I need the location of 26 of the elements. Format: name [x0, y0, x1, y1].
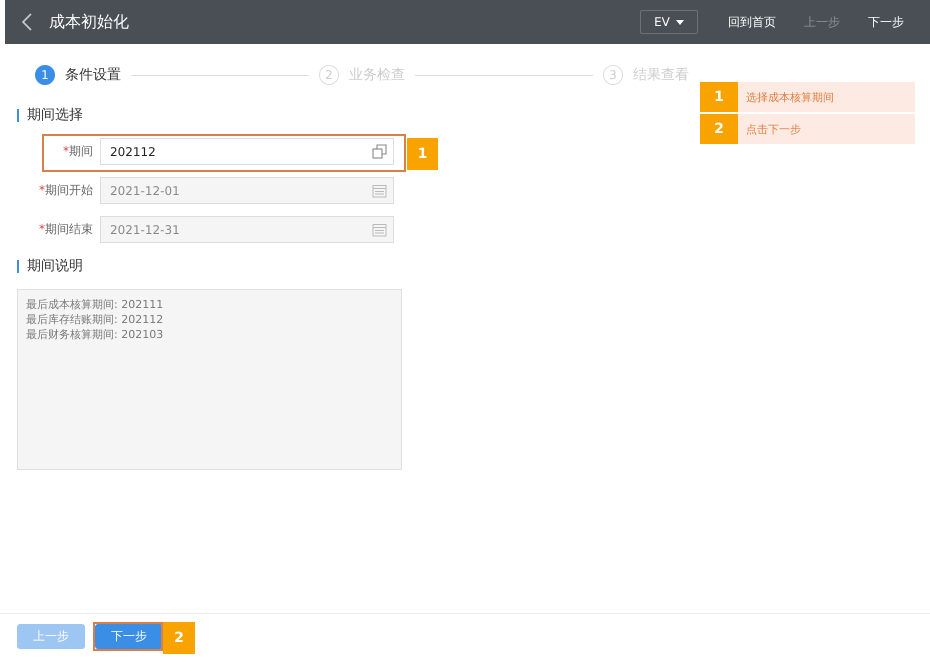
required-mark: *	[63, 144, 69, 158]
header-link[interactable]: 下一步	[856, 14, 916, 30]
required-mark: *	[39, 222, 45, 236]
language-dropdown[interactable]: EV	[640, 10, 698, 34]
highlight-frame	[93, 622, 163, 651]
description-line: 最后库存结账期间: 202112	[26, 312, 164, 327]
page-title: 成本初始化	[49, 12, 129, 32]
input-field[interactable]: 202112	[100, 138, 394, 165]
description-line: 最后财务核算期间: 202103	[26, 327, 164, 342]
step-marker: 1	[407, 138, 438, 170]
step-marker: 2	[163, 622, 195, 654]
back-icon[interactable]	[21, 13, 33, 31]
field-label: 期间结束	[45, 222, 93, 236]
section-title: 期间说明	[27, 257, 83, 275]
step-tab[interactable]: 1 条件设置	[35, 65, 121, 85]
required-mark: *	[39, 183, 45, 197]
section-title: 期间选择	[27, 106, 83, 124]
header-link[interactable]: 回到首页	[716, 14, 788, 30]
guide-row: 1 选择成本核算期间	[700, 82, 915, 112]
field-label: 期间	[69, 144, 93, 158]
guide-row: 2 点击下一步	[700, 114, 915, 144]
copy-icon[interactable]	[372, 144, 387, 159]
step-button[interactable]: 下一步	[95, 624, 163, 649]
caret-icon	[676, 20, 684, 24]
field-label: 期间开始	[45, 183, 93, 197]
description-line: 最后成本核算期间: 202111	[26, 297, 164, 312]
